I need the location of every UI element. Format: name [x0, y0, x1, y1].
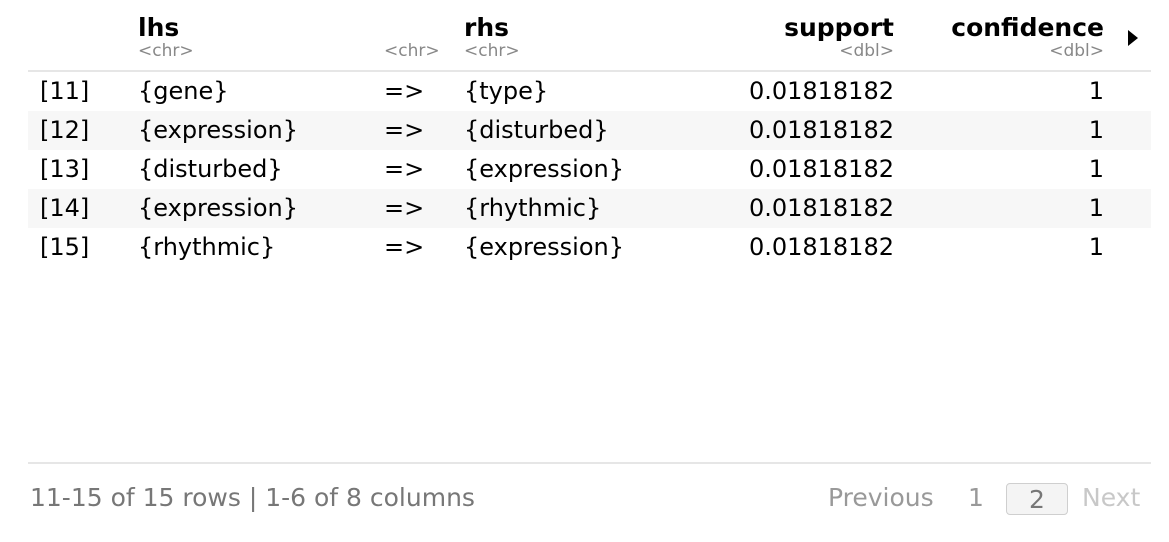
cell-confidence: 1: [1088, 116, 1104, 144]
cell-lhs: {disturbed}: [138, 155, 283, 183]
next-columns-icon[interactable]: [1128, 30, 1138, 46]
header-confidence: confidence: [951, 13, 1104, 42]
type-rhs: <chr>: [464, 41, 520, 61]
cell-rhs: {type}: [464, 77, 549, 105]
type-support: <dbl>: [839, 41, 894, 61]
cell-confidence: 1: [1088, 77, 1104, 105]
cell-arrow: =>: [384, 155, 425, 183]
pagination-summary: 11-15 of 15 rows | 1-6 of 8 columns: [30, 483, 475, 512]
table-row: [13] {disturbed} => {expression} 0.01818…: [28, 150, 1151, 189]
header-support: support: [784, 13, 894, 42]
cell-arrow: =>: [384, 116, 425, 144]
row-index: [11]: [40, 77, 90, 105]
table-row: [14] {expression} => {rhythmic} 0.018181…: [28, 189, 1151, 228]
page-1-button[interactable]: 1: [968, 480, 984, 516]
type-arrow-col: <chr>: [384, 41, 440, 61]
cell-confidence: 1: [1088, 155, 1104, 183]
cell-support: 0.01818182: [748, 233, 894, 261]
row-index: [14]: [40, 194, 90, 222]
cell-arrow: =>: [384, 233, 425, 261]
page-2-button[interactable]: 2: [1006, 483, 1068, 515]
cell-rhs: {disturbed}: [464, 116, 609, 144]
cell-support: 0.01818182: [748, 155, 894, 183]
cell-rhs: {expression}: [464, 233, 624, 261]
cell-arrow: =>: [384, 77, 425, 105]
next-button[interactable]: Next: [1082, 480, 1140, 516]
type-lhs: <chr>: [138, 41, 194, 61]
row-index: [12]: [40, 116, 90, 144]
table-row: [12] {expression} => {disturbed} 0.01818…: [28, 111, 1151, 150]
cell-lhs: {rhythmic}: [138, 233, 276, 261]
cell-support: 0.01818182: [748, 77, 894, 105]
cell-rhs: {expression}: [464, 155, 624, 183]
footer-divider: [28, 462, 1151, 464]
cell-lhs: {expression}: [138, 116, 298, 144]
cell-lhs: {gene}: [138, 77, 229, 105]
cell-rhs: {rhythmic}: [464, 194, 602, 222]
table-row: [15] {rhythmic} => {expression} 0.018181…: [28, 228, 1151, 267]
row-index: [15]: [40, 233, 90, 261]
cell-confidence: 1: [1088, 194, 1104, 222]
cell-lhs: {expression}: [138, 194, 298, 222]
header-rhs: rhs: [464, 13, 510, 42]
previous-button[interactable]: Previous: [828, 480, 934, 516]
cell-support: 0.01818182: [748, 116, 894, 144]
cell-confidence: 1: [1088, 233, 1104, 261]
cell-support: 0.01818182: [748, 194, 894, 222]
cell-arrow: =>: [384, 194, 425, 222]
row-index: [13]: [40, 155, 90, 183]
table-row: [11] {gene} => {type} 0.01818182 1: [28, 72, 1151, 111]
header-lhs: lhs: [138, 13, 180, 42]
type-confidence: <dbl>: [1049, 41, 1104, 61]
